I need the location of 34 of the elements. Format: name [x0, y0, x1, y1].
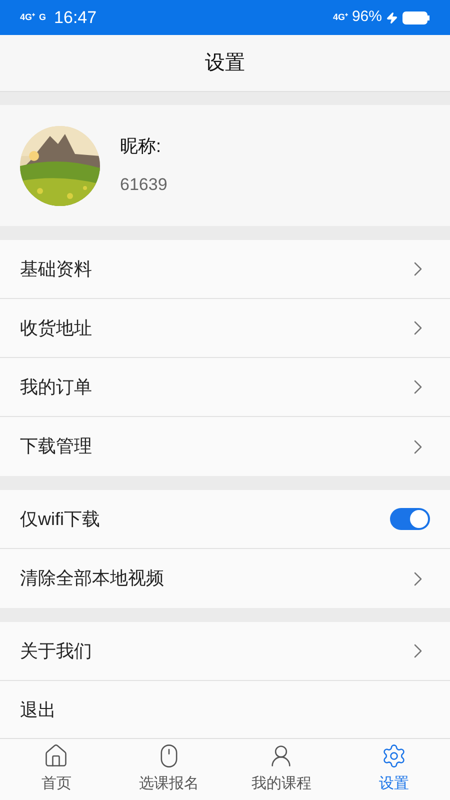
row-label: 下载管理: [20, 435, 92, 458]
row-label: 收货地址: [20, 316, 92, 340]
user-id: 61639: [120, 174, 168, 196]
battery-icon: [402, 10, 430, 24]
settings-row[interactable]: 收货地址: [0, 299, 450, 358]
network-indicator: G: [39, 10, 46, 24]
settings-row[interactable]: 我的订单: [0, 358, 450, 417]
page-title: 设置: [205, 51, 245, 76]
tab-item[interactable]: 选课报名: [112, 739, 225, 800]
status-time: 16:47: [54, 6, 97, 29]
nickname-label: 昵称:: [120, 135, 162, 158]
tab-item[interactable]: 设置: [338, 739, 450, 800]
charging-icon: [386, 12, 398, 24]
settings-row[interactable]: 下载管理: [0, 417, 450, 476]
row-label: 清除全部本地视频: [20, 567, 164, 590]
settings-row[interactable]: 仅wifi下载: [0, 490, 450, 549]
tab-item[interactable]: 首页: [0, 739, 112, 800]
network-indicator: 4G⁺: [332, 10, 348, 24]
tab-item[interactable]: 我的课程: [225, 739, 338, 800]
settings-icon: [380, 743, 407, 770]
battery-percent: 96%: [352, 7, 382, 28]
row-label: 基础资料: [20, 258, 92, 280]
profile-card[interactable]: 昵称: 61639: [0, 105, 450, 226]
row-label: 仅wifi下载: [20, 508, 100, 530]
network-indicator: 4G⁺: [20, 10, 36, 24]
home-icon: [43, 743, 70, 770]
toggle-switch[interactable]: [390, 508, 430, 530]
settings-row[interactable]: 基础资料: [0, 240, 450, 299]
row-label: 关于我们: [20, 640, 92, 662]
settings-row[interactable]: 清除全部本地视频: [0, 549, 450, 608]
settings-row[interactable]: 关于我们: [0, 622, 450, 681]
row-label: 我的订单: [20, 376, 92, 398]
settings-row[interactable]: 退出: [0, 681, 450, 740]
row-label: 退出: [20, 699, 56, 722]
